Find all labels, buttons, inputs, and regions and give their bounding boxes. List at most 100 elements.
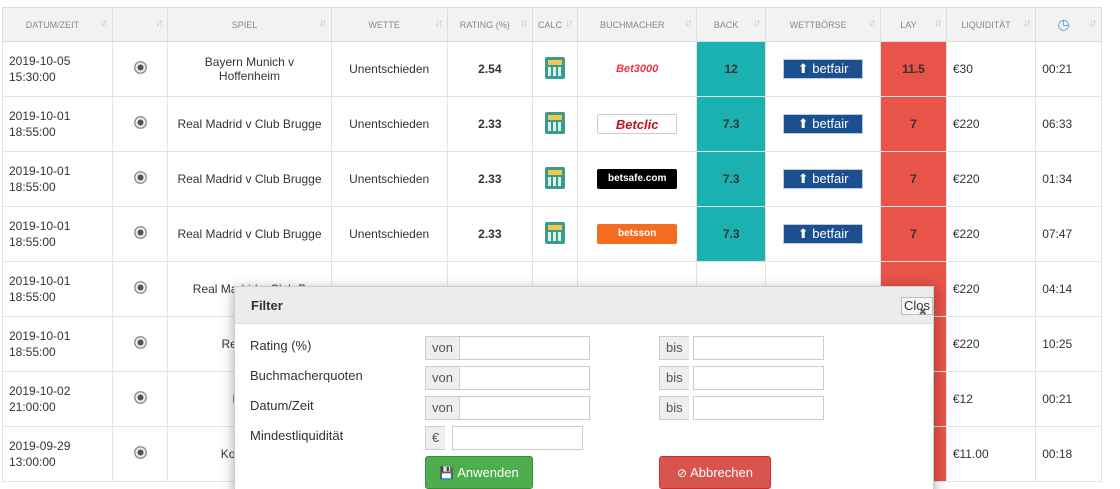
date-label: Datum/Zeit <box>250 398 314 413</box>
match-cell[interactable]: Real Madrid v Club Brugge <box>167 96 332 152</box>
bookmaker-cell[interactable]: betsafe.com <box>577 151 698 207</box>
sort-icon[interactable]: ↓↑ <box>319 18 327 29</box>
exchange-cell[interactable]: ⬆ betfair <box>765 41 882 97</box>
rating-to-addon: bis <box>659 336 689 360</box>
col-header-bet[interactable]: WETTE ↓↑ <box>330 7 448 42</box>
odds-to-input[interactable] <box>693 366 824 390</box>
col-header-exchange[interactable]: WETTBÖRSE ↓↑ <box>765 7 882 42</box>
calculator-icon[interactable] <box>545 56 566 79</box>
lay-odds-cell[interactable]: 7 <box>880 206 947 262</box>
bookmaker-logo[interactable]: Bet3000 <box>597 59 677 79</box>
lay-odds-cell[interactable]: 7 <box>880 151 947 207</box>
sport-cell <box>111 371 169 427</box>
table-row[interactable]: 2019-10-05 15:30:00 Bayern Munich v Hoffen… <box>2 41 1102 97</box>
min-liquidity-label: Mindestliquidität <box>250 428 344 443</box>
back-odds-cell[interactable]: 7.3 <box>696 206 767 262</box>
col-header-bookmaker[interactable]: BUCHMACHER ↓↑ <box>577 7 698 42</box>
exchange-cell[interactable]: ⬆ betfair <box>765 151 882 207</box>
modal-header: Filter Clos ✖ <box>235 287 933 324</box>
close-icon[interactable]: ✖ <box>919 307 927 318</box>
exchange-logo[interactable]: ⬆ betfair <box>783 224 864 244</box>
sort-icon[interactable]: ↓↑ <box>565 18 573 29</box>
sort-icon[interactable]: ↓↑ <box>1089 18 1097 29</box>
bookmaker-logo[interactable]: Betclic <box>597 114 678 134</box>
sort-icon[interactable]: ↓↑ <box>934 18 942 29</box>
bookmaker-cell[interactable]: betsson <box>577 206 698 262</box>
col-header-sport[interactable]: ↓↑ <box>111 7 169 42</box>
bet-cell: Unentschieden <box>330 206 448 262</box>
exchange-cell[interactable]: ⬆ betfair <box>765 96 882 152</box>
sort-icon[interactable]: ↓↑ <box>753 18 761 29</box>
lay-odds-cell[interactable]: 7 <box>880 96 947 152</box>
ban-icon: ⊘ <box>677 466 688 480</box>
table-row[interactable]: 2019-10-01 18:55:00 Real Madrid v Club Bru… <box>2 206 1102 262</box>
exchange-cell[interactable]: ⬆ betfair <box>765 206 882 262</box>
age-cell: 07:47 <box>1035 206 1102 262</box>
back-odds-cell[interactable]: 7.3 <box>696 96 767 152</box>
calc-cell[interactable] <box>531 151 579 207</box>
sort-icon[interactable]: ↓↑ <box>868 18 876 29</box>
calc-cell[interactable] <box>531 96 579 152</box>
liquidity-cell: €220 <box>945 206 1037 262</box>
bookmaker-logo[interactable]: betsson <box>597 224 678 244</box>
bookmaker-logo[interactable]: betsafe.com <box>597 169 678 189</box>
col-header-age[interactable]: ◷ ↓↑ <box>1035 7 1102 42</box>
back-odds-cell[interactable]: 7.3 <box>696 151 767 207</box>
match-cell[interactable]: Real Madrid v Club Brugge <box>167 151 332 207</box>
rating-from-input[interactable] <box>459 336 590 360</box>
lay-odds-cell[interactable]: 11.5 <box>880 41 947 97</box>
bookmaker-cell[interactable]: Betclic <box>577 96 698 152</box>
calc-cell[interactable] <box>531 41 579 97</box>
table-row[interactable]: 2019-10-01 18:55:00 Real Madrid v Club Bru… <box>2 96 1102 152</box>
col-header-liquidity[interactable]: LIQUIDITÄT ↓↑ <box>945 7 1037 42</box>
sport-cell <box>111 426 169 482</box>
bet-cell: Unentschieden <box>330 41 448 97</box>
sort-icon[interactable]: ↓↑ <box>684 18 692 29</box>
col-header-datetime[interactable]: DATUM/ZEIT ↓↑ <box>2 7 113 42</box>
col-header-match[interactable]: SPIEL ↓↑ <box>167 7 332 42</box>
date-cell: 2019-10-01 18:55:00 <box>2 261 113 317</box>
odds-filter-row: Buchmacherquoten von bis <box>250 366 930 390</box>
date-from-input[interactable] <box>459 396 590 420</box>
exchange-logo[interactable]: ⬆ betfair <box>783 169 864 189</box>
table-header-row: DATUM/ZEIT ↓↑ ↓↑ SPIEL ↓↑ WETTE ↓↑ RATING (… <box>2 7 1102 42</box>
date-to-input[interactable] <box>693 396 824 420</box>
liquidity-filter-row: Mindestliquidität € <box>250 426 930 450</box>
sport-cell <box>111 316 169 372</box>
sort-icon[interactable]: ↓↑ <box>520 18 528 29</box>
col-header-calc[interactable]: CALC ↓↑ <box>531 7 579 42</box>
col-header-back[interactable]: BACK ↓↑ <box>696 7 767 42</box>
sort-icon[interactable]: ↓↑ <box>155 18 163 29</box>
calc-cell[interactable] <box>531 206 579 262</box>
back-odds-cell[interactable]: 12 <box>696 41 767 97</box>
sport-cell <box>111 151 169 207</box>
sort-icon[interactable]: ↓↑ <box>1023 18 1031 29</box>
calculator-icon[interactable] <box>545 166 566 189</box>
calculator-icon[interactable] <box>545 111 566 134</box>
min-liquidity-input[interactable] <box>452 426 583 450</box>
soccer-ball-icon <box>133 61 147 74</box>
bookmaker-cell[interactable]: Bet3000 <box>577 41 698 97</box>
sort-icon[interactable]: ↓↑ <box>435 18 443 29</box>
close-button[interactable]: Clos <box>900 297 933 315</box>
sort-icon[interactable]: ↓↑ <box>100 18 108 29</box>
exchange-logo[interactable]: ⬆ betfair <box>783 59 864 79</box>
exchange-logo[interactable]: ⬆ betfair <box>783 114 864 134</box>
soccer-ball-icon <box>133 281 147 294</box>
age-cell: 01:34 <box>1035 151 1102 207</box>
cancel-button[interactable]: ⊘ Abbrechen <box>659 456 771 489</box>
table-row[interactable]: 2019-10-01 18:55:00 Real Madrid v Club Bru… <box>2 151 1102 207</box>
rating-to-input[interactable] <box>693 336 824 360</box>
date-cell: 2019-10-05 15:30:00 <box>2 41 113 97</box>
match-cell[interactable]: Bayern Munich v Hoffenheim <box>167 41 332 97</box>
apply-button[interactable]: 💾 Anwenden <box>425 456 533 489</box>
age-cell: 06:33 <box>1035 96 1102 152</box>
calculator-icon[interactable] <box>545 221 566 244</box>
odds-label: Buchmacherquoten <box>250 368 363 383</box>
col-header-lay[interactable]: LAY ↓↑ <box>880 7 947 42</box>
odds-from-input[interactable] <box>459 366 590 390</box>
col-header-rating[interactable]: RATING (%) ↓↑ <box>446 7 533 42</box>
date-cell: 2019-10-01 18:55:00 <box>2 96 113 152</box>
match-cell[interactable]: Real Madrid v Club Brugge <box>167 206 332 262</box>
date-cell: 2019-10-02 21:00:00 <box>2 371 113 427</box>
